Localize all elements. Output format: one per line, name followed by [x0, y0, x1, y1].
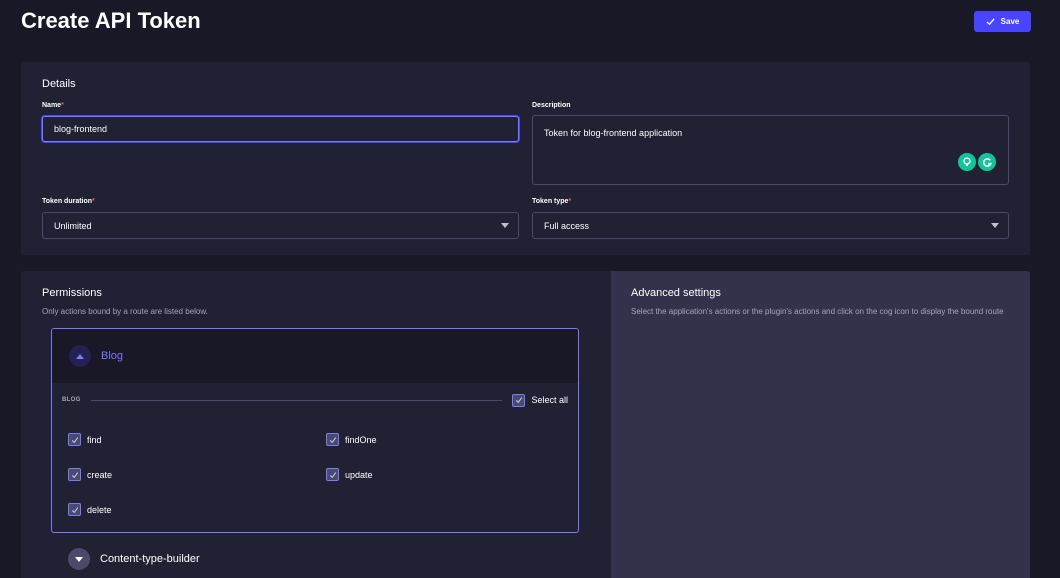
checkbox-icon [68, 468, 81, 481]
permission-findone-checkbox[interactable]: findOne [326, 433, 377, 446]
duration-label: Token duration* [42, 198, 95, 205]
checkbox-icon [326, 468, 339, 481]
blog-group-label: BLOG [62, 397, 81, 403]
type-label: Token type* [532, 198, 572, 205]
permissions-subtitle: Only actions bound by a route are listed… [42, 307, 208, 316]
accordion-content-type-builder-title: Content-type-builder [100, 553, 200, 565]
save-button[interactable]: Save [974, 11, 1031, 32]
accordion-blog: Blog BLOG Select all find findOne create… [51, 328, 579, 533]
permission-delete-checkbox[interactable]: delete [68, 503, 112, 516]
checkbox-icon [68, 503, 81, 516]
advanced-settings-description: Select the application's actions or the … [631, 307, 1004, 316]
page-title: Create API Token [21, 8, 201, 33]
advanced-settings-title: Advanced settings [631, 287, 721, 299]
checkbox-icon [512, 393, 526, 407]
token-duration-select[interactable]: Unlimited [42, 212, 519, 239]
permission-label: create [87, 469, 113, 480]
details-card: Details Name* Description Token for blog… [21, 62, 1030, 255]
lightbulb-icon [958, 153, 976, 171]
description-label: Description [532, 102, 571, 109]
select-all-label: Select all [531, 395, 568, 405]
chevron-up-icon[interactable] [69, 345, 91, 367]
grammarly-icon [978, 153, 996, 171]
permission-find-checkbox[interactable]: find [68, 433, 102, 446]
name-input[interactable] [42, 116, 519, 142]
select-all-checkbox[interactable]: Select all [512, 393, 568, 407]
check-icon [986, 18, 995, 26]
divider [90, 399, 503, 401]
permissions-title: Permissions [42, 287, 102, 299]
permission-label: find [87, 434, 102, 445]
permission-label: update [345, 469, 373, 480]
permission-update-checkbox[interactable]: update [326, 468, 373, 481]
accordion-blog-header[interactable]: Blog [52, 329, 578, 383]
chevron-down-icon [991, 223, 999, 228]
checkbox-icon [68, 433, 81, 446]
advanced-settings-panel: Advanced settings Select the application… [611, 271, 1030, 578]
token-type-value: Full access [544, 220, 590, 231]
description-text: Token for blog-frontend application [544, 128, 683, 138]
grammarly-widget[interactable] [958, 152, 996, 172]
permission-label: delete [87, 504, 112, 515]
permission-create-checkbox[interactable]: create [68, 468, 112, 481]
save-button-label: Save [1000, 17, 1020, 26]
checkbox-icon [326, 433, 339, 446]
chevron-down-icon[interactable] [68, 548, 90, 570]
permissions-card: Permissions Only actions bound by a rout… [21, 271, 611, 578]
token-duration-value: Unlimited [54, 220, 92, 231]
chevron-down-icon [501, 223, 509, 228]
description-textarea[interactable]: Token for blog-frontend application [532, 115, 1009, 185]
blog-group-row: BLOG Select all [62, 392, 568, 408]
name-label: Name* [42, 102, 64, 109]
token-type-select[interactable]: Full access [532, 212, 1009, 239]
details-title: Details [42, 78, 76, 90]
permission-label: findOne [345, 434, 377, 445]
accordion-content-type-builder[interactable]: Content-type-builder [68, 548, 200, 570]
accordion-blog-title: Blog [101, 350, 124, 362]
